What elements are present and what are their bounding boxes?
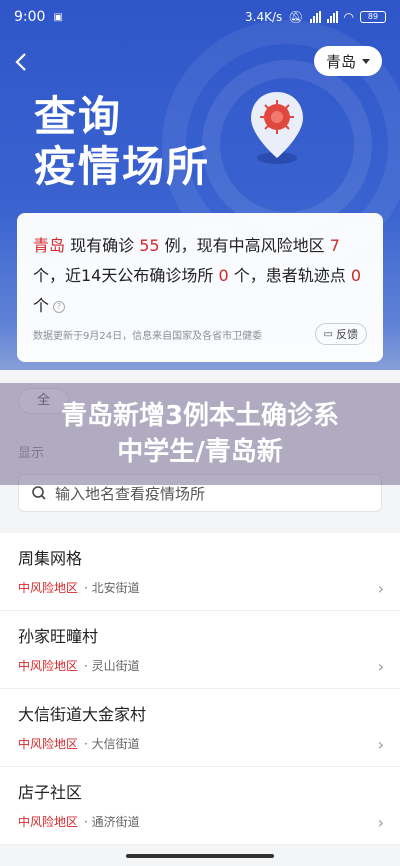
risk-badge: 中风险地区	[18, 659, 79, 673]
status-time: 9:00	[14, 9, 46, 25]
overlay-headline[interactable]: 青岛新增3例本土确诊系中学生/青岛新	[0, 383, 400, 485]
street-name: · 通济街道	[84, 815, 140, 829]
track-count: 0	[350, 266, 362, 285]
summary-text: 青岛 现有确诊 55 例，现有中高风险地区 7 个，近14天公布确诊场所 0 个…	[33, 231, 367, 321]
place-count: 0	[218, 266, 229, 285]
summary-city: 青岛	[33, 236, 66, 255]
back-button[interactable]	[10, 50, 34, 74]
street-name: · 灵山街道	[84, 659, 140, 673]
list-item[interactable]: 大信街道大金家村 中风险地区 · 大信街道 ›	[0, 689, 400, 767]
city-label: 青岛	[325, 52, 356, 71]
signal-icon	[326, 11, 338, 23]
city-selector[interactable]: 青岛	[313, 46, 382, 76]
confirmed-count: 55	[139, 236, 160, 255]
chevron-right-icon: ›	[377, 579, 384, 598]
chevron-right-icon: ›	[377, 735, 384, 754]
chevron-left-icon	[15, 53, 26, 71]
search-placeholder: 输入地名查看疫情场所	[55, 484, 206, 503]
search-icon	[32, 486, 46, 500]
status-bar: 9:00 ▣ 3.4K/s 🔕︎ ◠ 89	[0, 0, 400, 34]
notification-icon: ▣	[53, 11, 63, 23]
summary-fragment: 例，现有中高风险地区	[159, 236, 330, 255]
risk-badge: 中风险地区	[18, 581, 79, 595]
risk-badge: 中风险地区	[18, 815, 79, 829]
headline-text: 青岛新增3例本土确诊系中学生/青岛新	[60, 401, 340, 467]
mute-icon: 🔕︎	[288, 10, 304, 24]
list-item[interactable]: 周集网格 中风险地区 · 北安街道 ›	[0, 533, 400, 611]
place-name: 大信街道大金家村	[18, 705, 147, 724]
chevron-right-icon: ›	[377, 657, 384, 676]
chevron-right-icon: ›	[377, 813, 384, 832]
place-name: 店子社区	[18, 783, 83, 802]
network-speed: 3.4K/s	[245, 10, 283, 24]
signal-icon	[309, 11, 321, 23]
summary-fragment: 现有确诊	[65, 236, 140, 255]
virus-location-pin-icon	[251, 92, 303, 164]
list-item[interactable]: 孙家旺疃村 中风险地区 · 灵山街道 ›	[0, 611, 400, 689]
wifi-icon: ◠	[343, 10, 354, 24]
caret-down-icon	[362, 58, 370, 64]
home-indicator[interactable]	[126, 854, 274, 858]
street-name: · 北安街道	[84, 581, 140, 595]
title-line: 疫情场所	[34, 142, 211, 191]
feedback-button[interactable]: ▭ 反馈	[314, 323, 367, 345]
title-line: 查询	[34, 92, 123, 141]
summary-fragment: 个	[33, 296, 50, 315]
feedback-label: 反馈	[336, 328, 358, 341]
street-name: · 大信街道	[84, 737, 140, 751]
place-name: 孙家旺疃村	[18, 627, 99, 646]
risk-area-count: 7	[329, 236, 340, 255]
feedback-icon: ▭	[323, 328, 333, 340]
page-title: 查询 疫情场所	[34, 92, 210, 192]
list-item[interactable]: 店子社区 中风险地区 · 通济街道 ›	[0, 767, 400, 845]
risk-badge: 中风险地区	[18, 737, 79, 751]
place-name: 周集网格	[18, 549, 83, 568]
place-list: 周集网格 中风险地区 · 北安街道 › 孙家旺疃村 中风险地区 · 灵山街道 › 大…	[0, 533, 400, 845]
help-icon[interactable]: ?	[53, 301, 66, 313]
summary-card: 青岛 现有确诊 55 例，现有中高风险地区 7 个，近14天公布确诊场所 0 个…	[17, 213, 383, 362]
source-note: 数据更新于9月24日，信息来自国家及各省市卫健委	[33, 330, 263, 342]
battery-icon: 89	[360, 11, 386, 23]
summary-fragment: 个，患者轨迹点	[228, 266, 351, 285]
summary-fragment: 个，近14天公布确诊场所	[33, 266, 219, 285]
